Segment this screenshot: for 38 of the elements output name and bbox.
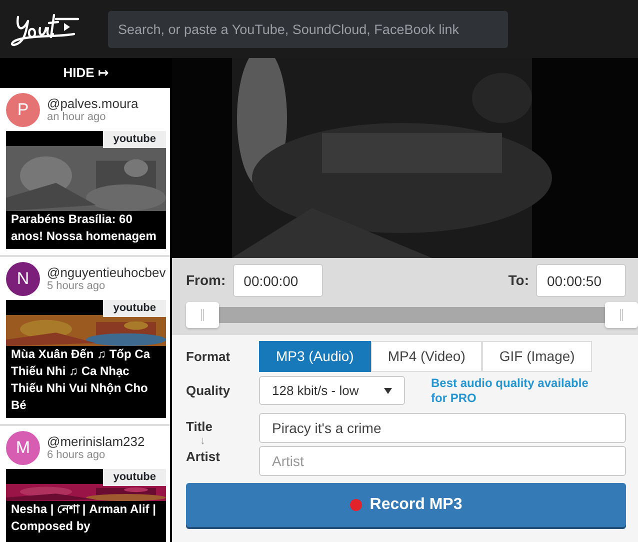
format-tab[interactable]: GIF (Image)	[482, 341, 592, 372]
caret-icon	[384, 388, 392, 394]
record-button[interactable]: Record MP3	[186, 483, 626, 527]
quality-select[interactable]: 128 kbit/s - low	[259, 376, 405, 405]
video-thumbnail[interactable]: youtube Nesha | নেশা | Arman Alif | Composed by	[6, 469, 166, 542]
title-label: Title	[186, 418, 214, 436]
source-tag: youtube	[103, 469, 166, 486]
video-thumbnail[interactable]: youtube Mùa Xuân Đến ♫ Tốp Ca Thiếu Nhi ♫ Ca Nhạc Thiếu Nhi Vui Nhộn Cho Bé	[6, 300, 166, 418]
title-field[interactable]: Piracy it's a crime	[259, 412, 626, 442]
format-tab[interactable]: MP4 (Video)	[370, 341, 482, 372]
video-title: Parabéns Brasília: 60 anos! Nossa homenagem	[11, 211, 158, 245]
artist-field[interactable]: Artist	[259, 446, 626, 476]
hide-link[interactable]: HIDE ↦	[63, 63, 109, 83]
timestamp: an hour ago	[47, 111, 107, 124]
range-slider[interactable]	[186, 302, 638, 328]
from-label: From:	[186, 271, 226, 290]
username[interactable]: @merinislam232	[47, 434, 145, 450]
format-tab[interactable]: MP3 (Audio)	[259, 341, 371, 372]
from-time-field[interactable]: 00:00:00	[232, 264, 323, 297]
record-icon	[350, 499, 362, 511]
timestamp: 6 hours ago	[47, 449, 106, 462]
quality-label: Quality	[186, 382, 232, 400]
slider-handle[interactable]	[186, 302, 219, 328]
to-time-field[interactable]: 00:00:50	[536, 264, 626, 297]
source-tag: youtube	[103, 300, 166, 317]
username[interactable]: @nguyentieuhocbev	[47, 266, 166, 280]
format-label: Format	[186, 348, 232, 366]
source-tag: youtube	[103, 131, 166, 148]
slider-handle[interactable]	[605, 302, 638, 328]
video-thumbnail[interactable]: youtube Parabéns Brasília: 60 anos! Nossa homenagem	[6, 131, 166, 249]
video-title: Nesha | নেশা | Arman Alif | Composed by	[11, 501, 157, 535]
username[interactable]: @palves.moura	[47, 96, 138, 112]
avatar[interactable]: N	[6, 262, 40, 296]
artist-label: Artist	[186, 448, 221, 466]
video-title: Mùa Xuân Đến ♫ Tốp Ca Thiếu Nhi ♫ Ca Nhạc Thiếu Nhi Vui Nhộn Cho Bé	[11, 346, 152, 414]
timestamp: 5 hours ago	[47, 280, 106, 292]
search-field[interactable]: Search, or paste a YouTube, SoundCloud, FaceBook link	[108, 10, 508, 48]
to-label: To:	[508, 271, 529, 290]
